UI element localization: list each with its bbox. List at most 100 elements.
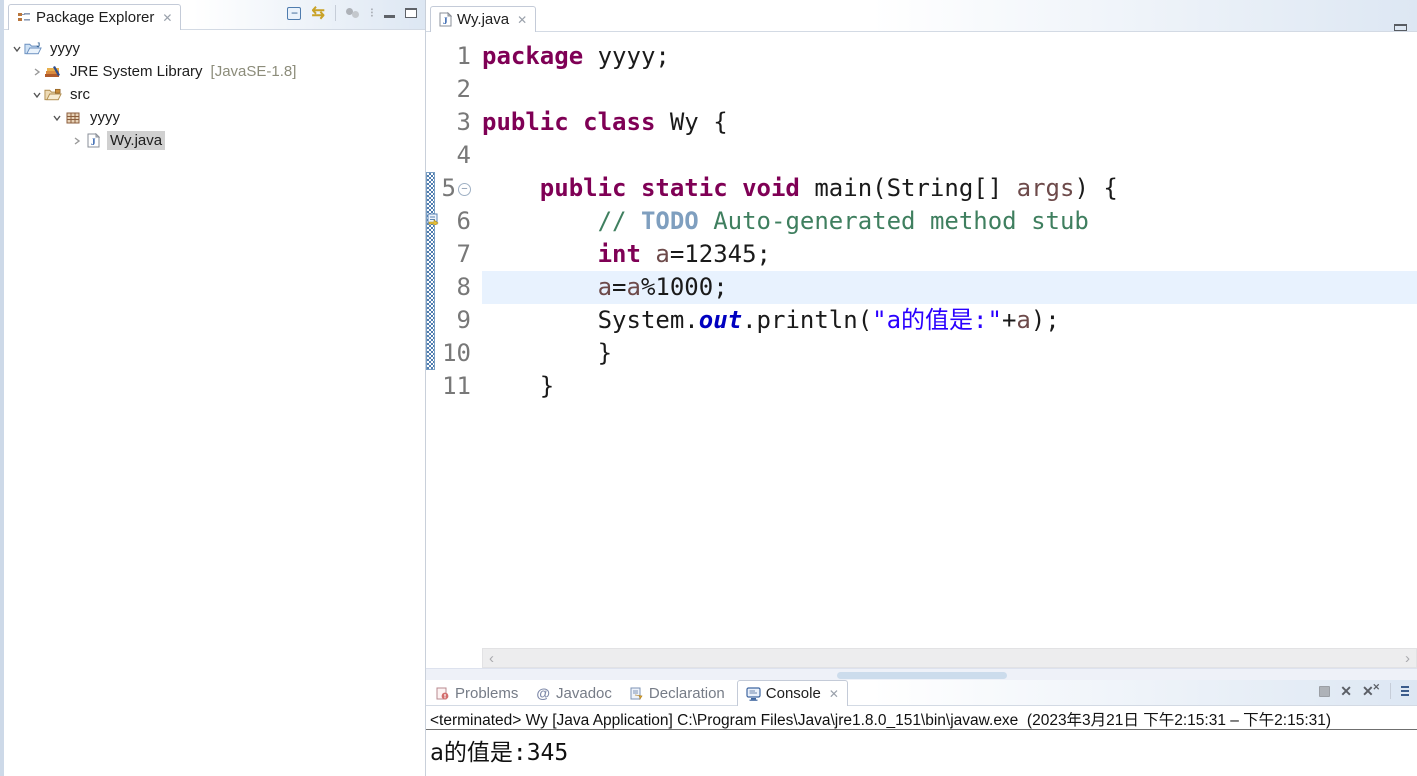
chevron-down-icon[interactable] xyxy=(30,88,44,102)
tree-row-file[interactable]: J Wy.java xyxy=(4,129,425,152)
code-token: // xyxy=(597,207,641,235)
editor-console-area: J Wy.java ✕ 1 package yyyy; 2 3 public c… xyxy=(426,0,1417,776)
code-line[interactable]: 1 package yyyy; xyxy=(426,40,1417,73)
tree-row-package[interactable]: yyyy xyxy=(4,106,425,129)
code-line[interactable]: 2 xyxy=(426,73,1417,106)
collapse-all-icon[interactable]: − xyxy=(287,6,302,20)
sash-handle[interactable] xyxy=(836,672,1007,679)
code-token: public class xyxy=(482,108,656,136)
horizontal-scrollbar[interactable]: ‹ › xyxy=(482,648,1417,668)
minimize-icon[interactable] xyxy=(1394,24,1407,31)
code-token: a xyxy=(626,273,641,301)
code-line[interactable]: 9 System.out.println("a的值是:"+a); xyxy=(426,304,1417,337)
tab-label: Declaration xyxy=(648,684,725,702)
code-text: System.out.println("a的值是:"+a); xyxy=(482,304,1417,337)
editor-tab-bar: J Wy.java ✕ xyxy=(426,0,1417,32)
line-number: 9 xyxy=(456,306,471,334)
terminate-icon[interactable] xyxy=(1319,685,1331,697)
declaration-icon xyxy=(630,687,643,700)
code-token: public static void xyxy=(539,174,800,202)
tab-label: Wy.java xyxy=(457,11,510,28)
code-line[interactable]: 6 // TODO Auto-generated method stub xyxy=(426,205,1417,238)
code-token: yyyy; xyxy=(583,42,670,70)
code-line[interactable]: 11 } xyxy=(426,370,1417,403)
console-output[interactable]: a的值是:345 xyxy=(426,730,1417,776)
tree-row-src[interactable]: src xyxy=(4,83,425,106)
tab-package-explorer[interactable]: Package Explorer ✕ xyxy=(8,4,182,30)
code-token: ); xyxy=(1030,306,1060,334)
code-line[interactable]: 5− public static void main(String[] args… xyxy=(426,172,1417,205)
editor-body[interactable]: 1 package yyyy; 2 3 public class Wy { 4 xyxy=(426,32,1417,648)
tab-declaration[interactable]: Declaration xyxy=(622,680,733,706)
code-line-current[interactable]: 8 a=a%1000; xyxy=(426,271,1417,304)
svg-text:J: J xyxy=(91,137,96,147)
chevron-down-icon[interactable] xyxy=(10,42,24,56)
code-text: a=a%1000; xyxy=(482,271,1417,304)
javadoc-icon: @ xyxy=(536,685,551,701)
focus-dots-icon[interactable] xyxy=(345,8,360,18)
fold-collapse-icon[interactable]: − xyxy=(458,182,471,196)
code-token: main(String[] xyxy=(799,174,1017,202)
code-token: Wy { xyxy=(655,108,728,136)
link-with-editor-icon[interactable]: ⇆ xyxy=(311,3,324,23)
tree-row-jre[interactable]: JRE System Library [JavaSE-1.8] xyxy=(4,60,425,83)
code-line[interactable]: 3 public class Wy { xyxy=(426,106,1417,139)
tab-wy-java[interactable]: J Wy.java ✕ xyxy=(430,6,537,32)
tab-label: Package Explorer xyxy=(36,9,155,26)
java-editor: J Wy.java ✕ 1 package yyyy; 2 3 public c… xyxy=(426,0,1417,668)
tab-label: Javadoc xyxy=(556,684,612,702)
code-text: public static void main(String[] args) { xyxy=(482,172,1417,205)
explorer-toolbar: − ⇆ ⁝ xyxy=(287,3,425,29)
close-icon[interactable]: ✕ xyxy=(829,687,839,701)
line-number: 10 xyxy=(442,339,471,367)
remove-all-terminated-icon[interactable]: ✕ xyxy=(1362,680,1380,698)
console-tab-bar: Problems @ Javadoc Declaration Console ✕ xyxy=(426,680,1417,706)
tree-row-project[interactable]: J yyyy xyxy=(4,37,425,60)
close-icon[interactable]: ✕ xyxy=(162,11,172,25)
code-token: a xyxy=(655,240,670,268)
file-name: Wy.java xyxy=(107,131,166,150)
scroll-right-icon[interactable]: › xyxy=(1405,650,1410,667)
package-name: yyyy xyxy=(90,109,120,126)
code-token: System. xyxy=(597,306,699,334)
toolbar-separator xyxy=(1390,683,1391,699)
tab-javadoc[interactable]: @ Javadoc xyxy=(528,680,620,706)
line-number: 8 xyxy=(456,273,471,301)
tab-label: Console xyxy=(765,685,821,702)
java-file-icon: J xyxy=(439,12,452,27)
editor-console-sash[interactable] xyxy=(426,668,1417,680)
source-folder-icon xyxy=(44,87,62,103)
code-token: .println( xyxy=(742,306,873,334)
code-token: } xyxy=(482,372,555,400)
tab-problems[interactable]: Problems xyxy=(428,680,526,706)
code-token: =12345; xyxy=(669,240,772,268)
code-text: int a=12345; xyxy=(482,238,1417,271)
project-name: yyyy xyxy=(50,40,80,57)
console-list-icon[interactable] xyxy=(1401,684,1409,698)
line-number: 5− xyxy=(426,172,482,205)
svg-text:J: J xyxy=(36,42,40,49)
eclipse-workbench: Package Explorer ✕ − ⇆ ⁝ J yyyy JRE Syst… xyxy=(0,0,1417,776)
minimize-icon[interactable] xyxy=(384,14,395,18)
chevron-down-icon[interactable] xyxy=(50,111,64,125)
maximize-icon[interactable] xyxy=(405,8,417,18)
code-token: args xyxy=(1016,174,1075,202)
code-line[interactable]: 10 } xyxy=(426,337,1417,370)
code-text: package yyyy; xyxy=(482,40,1417,73)
chevron-right-icon[interactable] xyxy=(70,134,84,148)
tab-console[interactable]: Console ✕ xyxy=(736,680,848,706)
remove-launch-icon[interactable]: ✕ xyxy=(1340,684,1352,698)
project-tree: J yyyy JRE System Library [JavaSE-1.8] s… xyxy=(4,30,425,152)
chevron-right-icon[interactable] xyxy=(30,65,44,79)
code-line[interactable]: 7 int a=12345; xyxy=(426,238,1417,271)
close-icon[interactable]: ✕ xyxy=(517,13,527,27)
code-line[interactable]: 4 xyxy=(426,139,1417,172)
line-number: 4 xyxy=(456,141,471,169)
view-menu-icon[interactable]: ⁝ xyxy=(370,6,374,19)
code-token: } xyxy=(482,339,613,367)
problems-icon xyxy=(436,687,449,699)
scroll-left-icon[interactable]: ‹ xyxy=(489,650,494,667)
